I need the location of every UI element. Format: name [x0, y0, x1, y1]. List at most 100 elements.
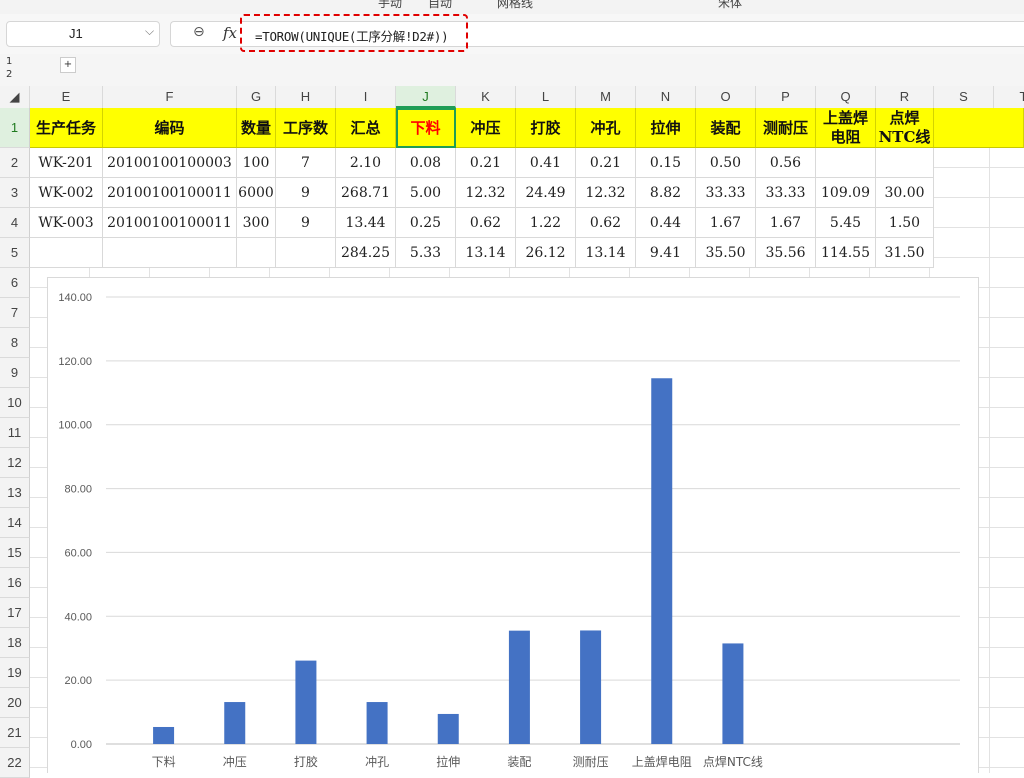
row-header-11[interactable]: 11	[0, 418, 30, 448]
data-cell-f3[interactable]: 20100100100011	[103, 178, 237, 208]
header-cell-i[interactable]: 汇总	[336, 108, 396, 148]
data-cell-e2[interactable]: WK-201	[30, 148, 103, 178]
data-cell-h4[interactable]: 9	[276, 208, 336, 238]
column-header-s[interactable]: S	[934, 86, 994, 108]
row-header-18[interactable]: 18	[0, 628, 30, 658]
data-cell-g2[interactable]: 100	[237, 148, 276, 178]
data-cell-j3[interactable]: 5.00	[396, 178, 456, 208]
header-cell-m[interactable]: 冲孔	[576, 108, 636, 148]
data-cell-e4[interactable]: WK-003	[30, 208, 103, 238]
gridlines-checkbox-label[interactable]: 网格线	[497, 0, 533, 11]
row-header-4[interactable]: 4	[0, 208, 30, 238]
bar-6[interactable]	[580, 630, 602, 744]
data-cell-f4[interactable]: 20100100100011	[103, 208, 237, 238]
data-cell-q5[interactable]: 114.55	[816, 238, 876, 268]
header-cell-k[interactable]: 冲压	[456, 108, 516, 148]
data-cell-n5[interactable]: 9.41	[636, 238, 696, 268]
column-header-j[interactable]: J	[396, 86, 456, 108]
data-cell-q3[interactable]: 109.09	[816, 178, 876, 208]
bar-5[interactable]	[508, 630, 530, 744]
data-cell-r3[interactable]: 30.00	[876, 178, 934, 208]
column-header-m[interactable]: M	[576, 86, 636, 108]
data-cell-e3[interactable]: WK-002	[30, 178, 103, 208]
zoom-icon[interactable]: ⊖	[193, 24, 205, 40]
column-header-i[interactable]: I	[336, 86, 396, 108]
data-cell-n4[interactable]: 0.44	[636, 208, 696, 238]
data-cell-j5[interactable]: 5.33	[396, 238, 456, 268]
data-cell-m2[interactable]: 0.21	[576, 148, 636, 178]
data-cell-p3[interactable]: 33.33	[756, 178, 816, 208]
data-cell-n2[interactable]: 0.15	[636, 148, 696, 178]
data-cell-q2[interactable]	[816, 148, 876, 178]
data-cell-m3[interactable]: 12.32	[576, 178, 636, 208]
header-cell-n[interactable]: 拉伸	[636, 108, 696, 148]
row-header-5[interactable]: 5	[0, 238, 30, 268]
column-header-h[interactable]: H	[276, 86, 336, 108]
header-cell-f[interactable]: 编码	[103, 108, 237, 148]
header-cell-r[interactable]: 点焊 NTC线	[876, 108, 934, 148]
column-header-p[interactable]: P	[756, 86, 816, 108]
data-cell-l4[interactable]: 1.22	[516, 208, 576, 238]
bar-8[interactable]	[722, 643, 744, 744]
bar-7[interactable]	[651, 378, 673, 744]
data-cell-k5[interactable]: 13.14	[456, 238, 516, 268]
data-cell-k4[interactable]: 0.62	[456, 208, 516, 238]
column-header-f[interactable]: F	[103, 86, 237, 108]
header-cell-h[interactable]: 工序数	[276, 108, 336, 148]
column-header-n[interactable]: N	[636, 86, 696, 108]
column-header-k[interactable]: K	[456, 86, 516, 108]
select-all-corner[interactable]: ◢	[0, 86, 30, 108]
row-header-16[interactable]: 16	[0, 568, 30, 598]
row-header-14[interactable]: 14	[0, 508, 30, 538]
auto-dropdown[interactable]: 自动	[428, 0, 452, 11]
data-cell-p5[interactable]: 35.56	[756, 238, 816, 268]
header-cell-p[interactable]: 测耐压	[756, 108, 816, 148]
expand-group-button[interactable]: +	[60, 57, 76, 73]
bar-3[interactable]	[366, 702, 388, 744]
data-cell-o2[interactable]: 0.50	[696, 148, 756, 178]
column-header-t[interactable]: T	[994, 86, 1024, 108]
name-box[interactable]: J1 ⌵	[6, 21, 160, 47]
column-header-e[interactable]: E	[30, 86, 103, 108]
column-header-r[interactable]: R	[876, 86, 934, 108]
data-cell-l2[interactable]: 0.41	[516, 148, 576, 178]
header-cell-q[interactable]: 上盖焊 电阻	[816, 108, 876, 148]
row-header-17[interactable]: 17	[0, 598, 30, 628]
header-cell-o[interactable]: 装配	[696, 108, 756, 148]
data-cell-m5[interactable]: 13.14	[576, 238, 636, 268]
data-cell-j4[interactable]: 0.25	[396, 208, 456, 238]
column-header-l[interactable]: L	[516, 86, 576, 108]
column-header-q[interactable]: Q	[816, 86, 876, 108]
data-cell-o4[interactable]: 1.67	[696, 208, 756, 238]
data-cell-h5[interactable]	[276, 238, 336, 268]
data-cell-h2[interactable]: 7	[276, 148, 336, 178]
data-cell-o3[interactable]: 33.33	[696, 178, 756, 208]
data-cell-o5[interactable]: 35.50	[696, 238, 756, 268]
row-header-22[interactable]: 22	[0, 748, 30, 778]
data-cell-l5[interactable]: 26.12	[516, 238, 576, 268]
column-header-o[interactable]: O	[696, 86, 756, 108]
data-cell-i4[interactable]: 13.44	[336, 208, 396, 238]
header-cell-j[interactable]: 下料	[396, 108, 456, 148]
row-header-21[interactable]: 21	[0, 718, 30, 748]
header-cell-g[interactable]: 数量	[237, 108, 276, 148]
data-cell-g3[interactable]: 6000	[237, 178, 276, 208]
row-header-1[interactable]: 1	[0, 108, 30, 148]
header-cell-l[interactable]: 打胶	[516, 108, 576, 148]
row-header-13[interactable]: 13	[0, 478, 30, 508]
group-level-2[interactable]: 2	[6, 69, 12, 80]
row-header-8[interactable]: 8	[0, 328, 30, 358]
data-cell-k3[interactable]: 12.32	[456, 178, 516, 208]
data-cell-i5[interactable]: 284.25	[336, 238, 396, 268]
bar-chart[interactable]: 0.00 20.00 40.00 60.00 80.00 100.00 120.00 140.…	[47, 277, 979, 773]
bar-0[interactable]	[153, 726, 175, 744]
row-header-12[interactable]: 12	[0, 448, 30, 478]
row-header-6[interactable]: 6	[0, 268, 30, 298]
data-cell-r5[interactable]: 31.50	[876, 238, 934, 268]
header-cell-e[interactable]: 生产任务	[30, 108, 103, 148]
function-icon[interactable]: fx	[223, 24, 237, 42]
data-cell-k2[interactable]: 0.21	[456, 148, 516, 178]
data-cell-l3[interactable]: 24.49	[516, 178, 576, 208]
data-cell-r4[interactable]: 1.50	[876, 208, 934, 238]
chevron-down-icon[interactable]: ⌵	[145, 24, 154, 39]
